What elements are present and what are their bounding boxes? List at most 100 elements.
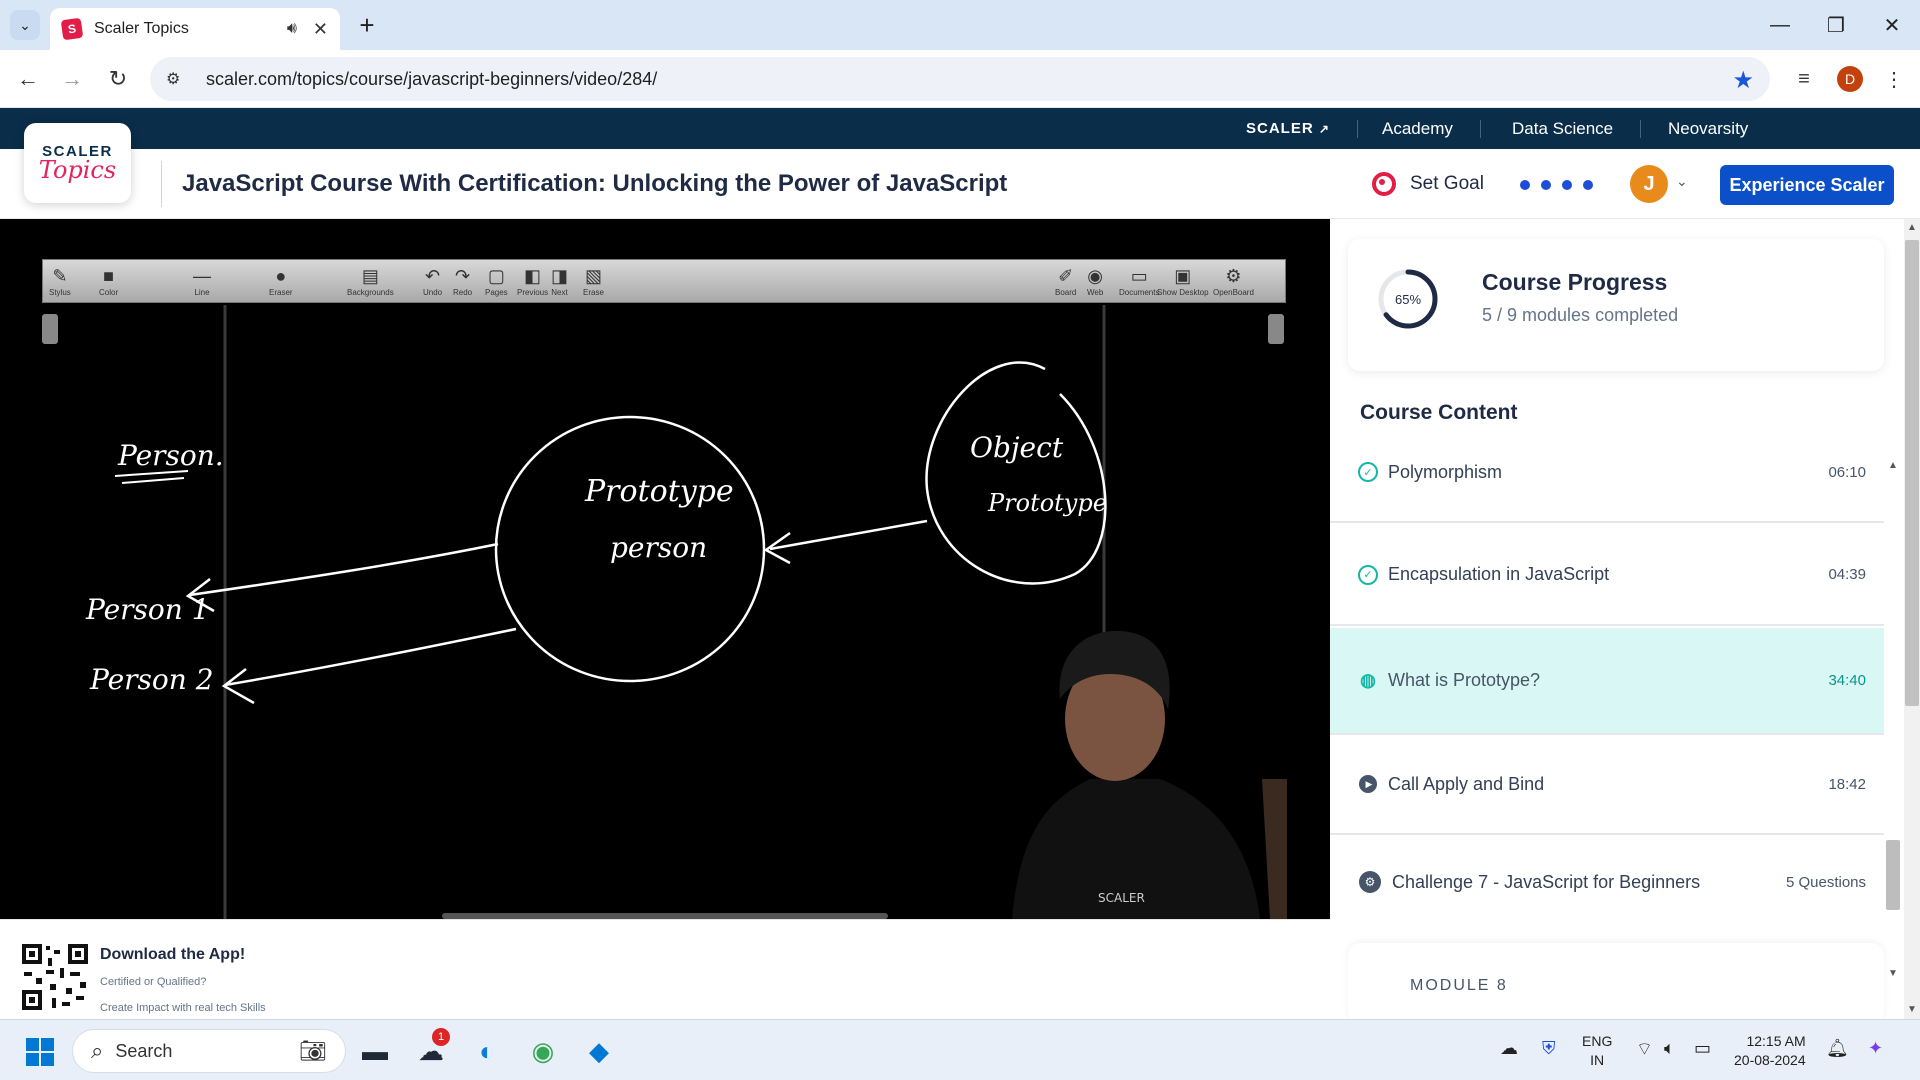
list-scroll-up-icon[interactable]: ▲ (1888, 460, 1898, 471)
check-circle-icon: ✓ (1358, 564, 1378, 585)
copilot-icon[interactable]: ✦ (1868, 1038, 1883, 1059)
clock-date: 20-08-2024 (1734, 1052, 1806, 1068)
topnav-neovarsity-link[interactable]: Neovarsity (1668, 108, 1748, 149)
chevron-down-icon[interactable]: ⌄ (1676, 173, 1688, 190)
module-label: MODULE 8 (1410, 977, 1508, 994)
url-text[interactable]: scaler.com/topics/course/javascript-begi… (206, 69, 657, 90)
download-app-line1: Certified or Qualified? (100, 976, 207, 988)
browser-tab[interactable]: S Scaler Topics 🔊︎ ✕ (50, 8, 340, 50)
scaler-topics-logo[interactable]: SCALER Topics (24, 123, 131, 203)
external-link-icon: ↗ (1318, 121, 1330, 136)
vscode-icon[interactable]: ◆ (580, 1032, 618, 1070)
chrome-browser-icon[interactable]: ◉ (524, 1032, 562, 1070)
wifi-icon[interactable]: ⌔ (1636, 1038, 1653, 1061)
speaker-icon[interactable]: 🔊︎ (287, 20, 297, 38)
shirt-logo-text: SCALER (1098, 891, 1145, 905)
whiteboard-drawing: Person. Prototype person Object Prototyp… (85, 305, 1287, 919)
tab-search-button[interactable]: ⌄ (10, 10, 40, 40)
page-scrollbar-thumb[interactable] (1905, 240, 1919, 706)
handwriting-person: Person. (117, 439, 224, 472)
back-arrow-icon[interactable]: ← (12, 63, 44, 95)
course-header: SCALER Topics JavaScript Course With Cer… (0, 123, 1920, 219)
reload-icon[interactable]: ↻ (102, 63, 134, 95)
play-icon: ▶ (1359, 775, 1377, 793)
address-bar[interactable]: ⚙ scaler.com/topics/course/javascript-be… (150, 57, 1770, 101)
forward-arrow-icon[interactable]: → (56, 63, 88, 95)
goal-dot (1520, 180, 1530, 190)
windows-taskbar: ⌕ Search 📷︎ ▬ ☁ ◐ ◉ ◆ ☁ ⛨ ENG IN ⌔ 🔈︎ ▭ … (0, 1019, 1920, 1080)
goal-dot (1541, 180, 1551, 190)
handwriting-person1: Person 1 (85, 593, 210, 626)
onedrive-icon[interactable]: ☁ (1500, 1038, 1518, 1059)
language-indicator[interactable]: ENG IN (1582, 1032, 1612, 1070)
qr-code-icon (22, 944, 88, 1010)
person2-arrow (224, 627, 517, 687)
handwriting-obj-prototype: Prototype (987, 489, 1107, 517)
notification-bell-icon[interactable]: 🔔︎ (1826, 1038, 1849, 1059)
region-code: IN (1590, 1052, 1605, 1068)
download-app-title[interactable]: Download the App! (100, 946, 245, 964)
site-info-icon[interactable]: ⚙ (166, 69, 196, 89)
task-view-icon[interactable]: ▬ (356, 1032, 394, 1070)
volume-icon[interactable]: 🔈︎ (1664, 1038, 1675, 1059)
taskbar-search[interactable]: ⌕ Search 📷︎ (72, 1029, 346, 1073)
handwriting-prototype: Prototype (584, 474, 734, 509)
profile-button[interactable]: D (1834, 63, 1866, 95)
lesson-question-count: 5 Questions (1785, 873, 1866, 891)
browser-menu-icon[interactable]: ⋮ (1880, 63, 1908, 95)
security-shield-icon[interactable]: ⛨ (1542, 1038, 1556, 1059)
goal-dot (1562, 180, 1572, 190)
media-control-icon[interactable]: ≡ (1788, 63, 1820, 95)
browser-toolbar: ← → ↻ ⚙ scaler.com/topics/course/javascr… (0, 50, 1920, 108)
progress-title: Course Progress (1482, 269, 1668, 295)
profile-avatar: D (1837, 66, 1863, 92)
lesson-item-active[interactable]: ◍ What is Prototype? 34:40 (1330, 628, 1884, 735)
windows-start-icon[interactable] (26, 1038, 54, 1066)
close-window-icon[interactable]: ✕ (1862, 8, 1920, 42)
scaler-favicon-icon: S (60, 17, 84, 41)
lesson-list: ✓ Polymorphism 06:10 ✓ Encapsulation in … (1330, 443, 1884, 1019)
new-tab-button[interactable]: + (352, 10, 382, 40)
lesson-label: Call Apply and Bind (1388, 773, 1545, 794)
lesson-list-scrollbar-thumb[interactable] (1886, 840, 1900, 910)
tab-close-icon[interactable]: ✕ (313, 19, 328, 40)
handwriting-proto-person: person (610, 531, 707, 564)
language-code: ENG (1582, 1033, 1613, 1049)
lesson-item[interactable]: ▶ Call Apply and Bind 18:42 (1330, 735, 1884, 835)
scroll-down-icon[interactable]: ▼ (1907, 1004, 1917, 1015)
progress-percent: 65% (1394, 291, 1422, 307)
scroll-up-icon[interactable]: ▲ (1907, 222, 1917, 233)
taskbar-search-label: Search (115, 1040, 173, 1061)
user-avatar[interactable]: J (1630, 165, 1668, 203)
list-scroll-down-icon[interactable]: ▼ (1888, 968, 1898, 979)
lesson-label: Encapsulation in JavaScript (1388, 564, 1610, 584)
lesson-duration: 06:10 (1828, 463, 1866, 481)
minimize-icon[interactable]: — (1750, 8, 1810, 42)
goal-dot (1583, 180, 1593, 190)
set-goal-label: Set Goal (1410, 173, 1484, 194)
topnav-scaler-link[interactable]: SCALER ↗ (1246, 108, 1330, 149)
edge-browser-icon[interactable]: ◐ (468, 1032, 506, 1070)
target-icon (1372, 172, 1396, 196)
restore-icon[interactable]: ❐ (1806, 8, 1866, 42)
system-clock[interactable]: 12:15 AM 20-08-2024 (1734, 1032, 1806, 1070)
module-card[interactable]: MODULE 8 (1348, 943, 1884, 1019)
browser-tabstrip: ⌄ S Scaler Topics 🔊︎ ✕ + — ❐ ✕ (0, 0, 1920, 50)
topnav-academy-link[interactable]: Academy (1382, 108, 1453, 149)
page-title: JavaScript Course With Certification: Un… (182, 170, 1008, 197)
lesson-item[interactable]: ✓ Polymorphism 06:10 (1330, 423, 1884, 523)
check-circle-icon: ✓ (1358, 462, 1378, 482)
video-player[interactable]: ✎ Stylus ■ Color — Line ● Eraser ▤ Backgrounds ↶ Un… (0, 219, 1330, 919)
experience-scaler-button[interactable]: Experience Scaler (1720, 165, 1894, 205)
set-goal-button[interactable]: Set Goal (1372, 149, 1484, 219)
now-playing-icon: ◍ (1360, 670, 1376, 690)
bookmark-star-icon[interactable]: ★ (1732, 66, 1754, 95)
lesson-item[interactable]: ✓ Encapsulation in JavaScript 04:39 (1330, 525, 1884, 626)
handwriting-person2: Person 2 (89, 663, 214, 696)
topnav-data-science-link[interactable]: Data Science (1512, 108, 1613, 149)
person1-arrow (189, 542, 499, 597)
lesson-duration: 04:39 (1828, 566, 1866, 583)
lesson-item-challenge[interactable]: ⚙ Challenge 7 - JavaScript for Beginners… (1330, 837, 1884, 927)
notification-badge: 1 (432, 1028, 450, 1046)
battery-icon[interactable]: ▭ (1694, 1038, 1711, 1059)
